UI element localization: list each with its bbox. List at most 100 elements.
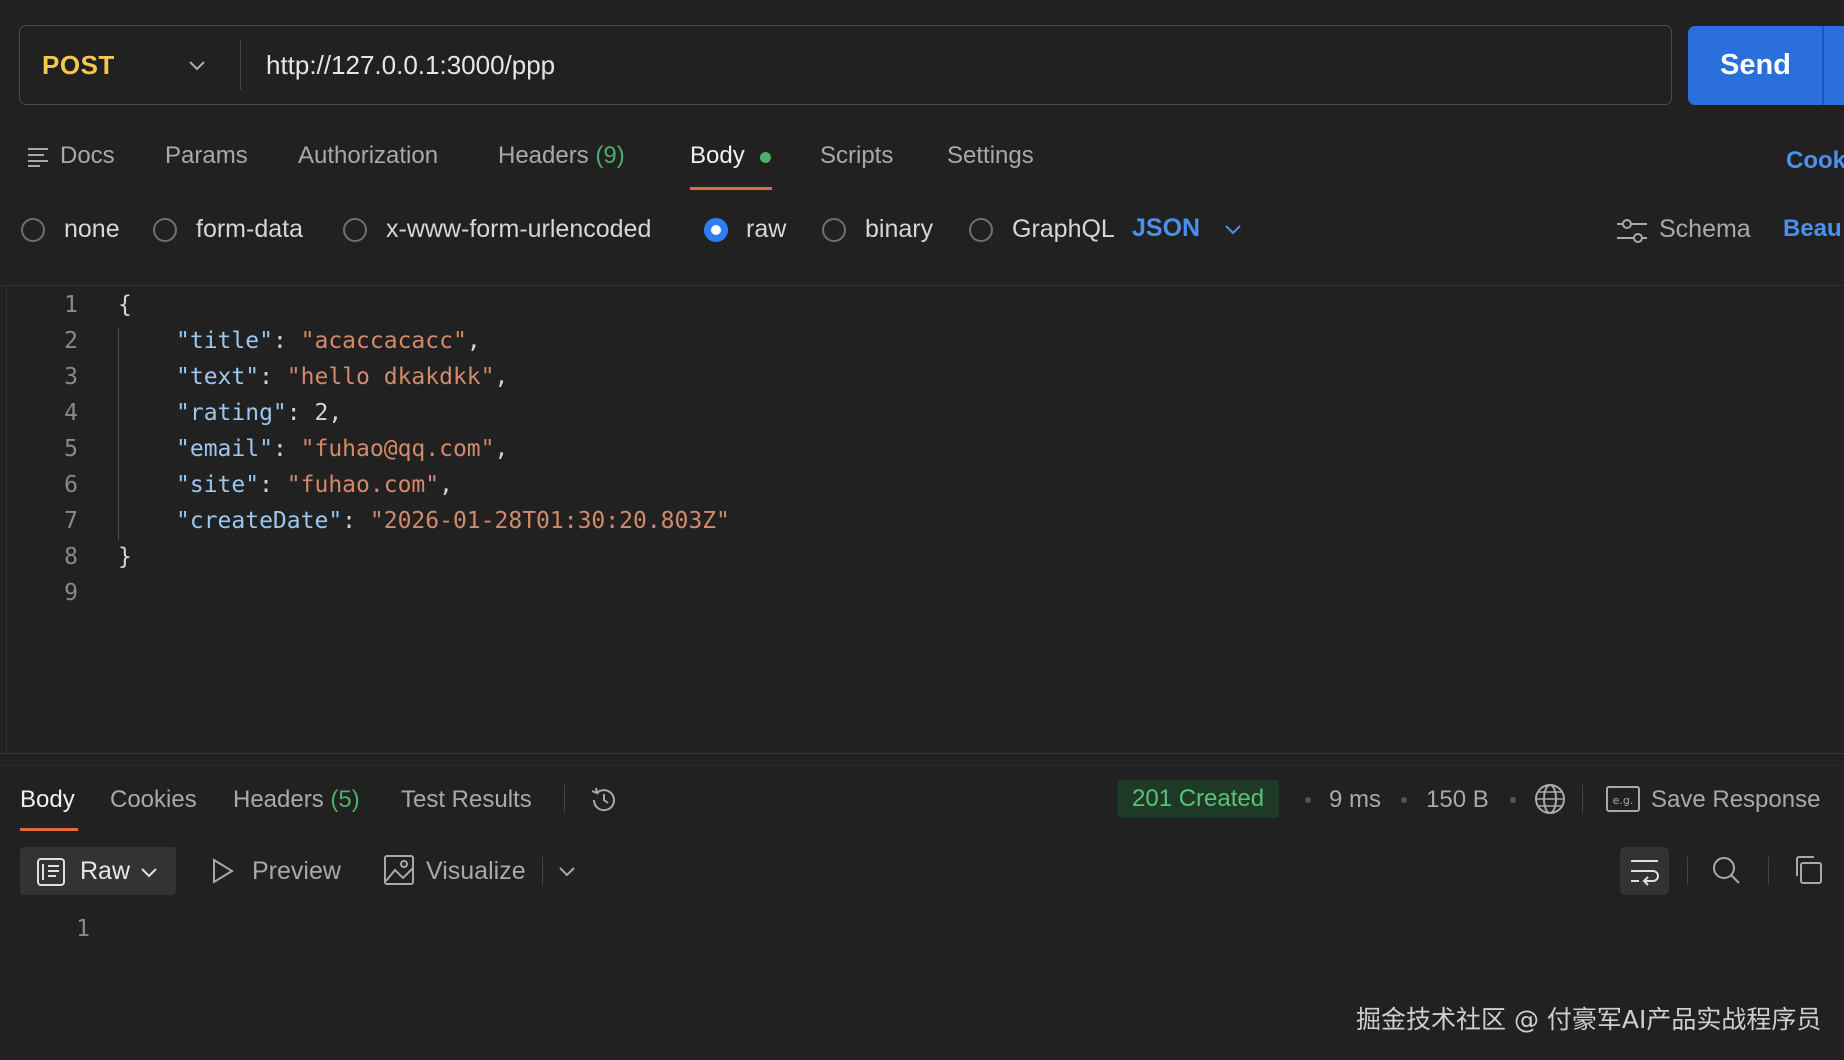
url-input[interactable]: http://127.0.0.1:3000/ppp (266, 50, 555, 81)
response-tab-body[interactable]: Body (20, 786, 75, 814)
json-separator: : (259, 364, 287, 390)
radio-graphql-label: GraphQL (1012, 215, 1115, 243)
response-tab-headers[interactable]: Headers (5) (233, 786, 360, 814)
json-trailing-comma: , (328, 400, 343, 426)
divider (564, 785, 565, 813)
radio-urlencoded[interactable] (343, 218, 367, 242)
json-value: "fuhao.com" (286, 472, 440, 498)
response-separator (0, 765, 1844, 766)
chevron-down-icon[interactable] (1222, 218, 1244, 240)
chevron-down-icon[interactable] (556, 860, 578, 882)
tab-settings[interactable]: Settings (947, 142, 1034, 170)
view-mode-label: Raw (80, 857, 131, 885)
visualize-button[interactable]: Visualize (426, 857, 526, 886)
radio-raw[interactable] (704, 218, 728, 242)
json-line: "text": "hello dkakdkk", (176, 364, 508, 390)
copy-icon[interactable] (1792, 854, 1824, 886)
json-close-brace: } (118, 544, 132, 570)
tab-body[interactable]: Body (690, 142, 745, 170)
line-number: 1 (64, 292, 78, 318)
line-number: 2 (64, 328, 78, 354)
preview-button[interactable]: Preview (252, 857, 341, 886)
line-number: 7 (64, 508, 78, 534)
radio-binary[interactable] (822, 218, 846, 242)
radio-form-data-label: form-data (196, 215, 303, 243)
beautify-button[interactable]: Beau (1783, 215, 1842, 243)
json-separator: : (342, 508, 370, 534)
schema-button[interactable]: Schema (1659, 215, 1751, 244)
editor-bottom-border (0, 753, 1844, 754)
meta-dot (1305, 797, 1311, 803)
divider (1582, 785, 1583, 813)
response-size[interactable]: 150 B (1426, 786, 1489, 814)
json-value: "2026-01-28T01:30:20.803Z" (369, 508, 730, 534)
indent-guide (118, 328, 119, 540)
json-separator: : (259, 472, 287, 498)
wrap-lines-button[interactable] (1620, 847, 1669, 895)
cookies-link[interactable]: Cook (1786, 147, 1844, 175)
line-number: 6 (64, 472, 78, 498)
json-key: "createDate" (176, 508, 343, 534)
json-line: "createDate": "2026-01-28T01:30:20.803Z" (176, 508, 730, 534)
method-selector[interactable]: POST (42, 50, 115, 81)
radio-graphql[interactable] (969, 218, 993, 242)
divider (1687, 857, 1688, 885)
divider (542, 857, 543, 885)
radio-raw-label: raw (746, 215, 787, 243)
tab-docs[interactable]: Docs (60, 142, 115, 170)
line-number: 4 (64, 400, 78, 426)
view-mode-select[interactable]: Raw (20, 847, 176, 895)
response-active-tab-indicator (20, 828, 78, 831)
tab-scripts[interactable]: Scripts (820, 142, 893, 170)
json-trailing-comma: , (494, 364, 509, 390)
save-response-button[interactable]: Save Response (1651, 786, 1820, 814)
search-icon[interactable] (1710, 854, 1742, 886)
divider (1768, 857, 1769, 885)
chevron-down-icon[interactable] (186, 54, 208, 76)
url-bar: POST http://127.0.0.1:3000/ppp (19, 25, 1672, 105)
json-value: "fuhao@qq.com" (300, 436, 495, 462)
json-key: "email" (176, 436, 273, 462)
history-icon[interactable] (588, 784, 620, 816)
json-trailing-comma: , (439, 472, 453, 498)
meta-dot (1401, 797, 1407, 803)
format-selector[interactable]: JSON (1132, 214, 1200, 243)
tab-headers[interactable]: Headers (9) (498, 142, 625, 170)
chevron-down-icon (141, 868, 157, 878)
json-open-brace: { (118, 292, 132, 318)
status-badge: 201 Created (1117, 780, 1280, 818)
send-split-divider (1822, 26, 1824, 105)
send-button[interactable]: Send (1688, 26, 1844, 105)
line-number: 9 (64, 580, 78, 606)
json-key: "rating" (176, 400, 287, 426)
response-tab-headers-label: Headers (233, 786, 324, 813)
radio-form-data[interactable] (153, 218, 177, 242)
response-tab-cookies[interactable]: Cookies (110, 786, 197, 814)
radio-none[interactable] (21, 218, 45, 242)
json-line: "rating": 2, (176, 400, 342, 426)
schema-sliders-icon (1617, 219, 1647, 243)
json-trailing-comma: , (466, 328, 481, 354)
raw-text-icon (37, 858, 65, 886)
json-value: 2 (314, 400, 329, 426)
json-separator: : (272, 436, 301, 462)
json-line: "title": "acaccacacc", (176, 328, 481, 354)
example-icon-label: e.g. (1613, 794, 1634, 807)
json-key: "site" (176, 472, 260, 498)
url-divider (240, 40, 241, 90)
editor-top-border (0, 285, 1844, 286)
globe-icon[interactable] (1533, 782, 1567, 816)
json-separator: : (286, 400, 315, 426)
json-key: "text" (176, 364, 260, 390)
docs-icon (28, 148, 48, 167)
json-trailing-comma: , (494, 436, 509, 462)
response-time[interactable]: 9 ms (1329, 786, 1381, 814)
json-line: "site": "fuhao.com", (176, 472, 453, 498)
image-icon (384, 855, 414, 885)
response-tab-test-results[interactable]: Test Results (401, 786, 532, 814)
tab-authorization[interactable]: Authorization (298, 142, 438, 170)
wrap-lines-icon (1631, 860, 1659, 886)
line-number: 5 (64, 436, 78, 462)
tab-params[interactable]: Params (165, 142, 248, 170)
example-icon: e.g. (1606, 786, 1640, 812)
